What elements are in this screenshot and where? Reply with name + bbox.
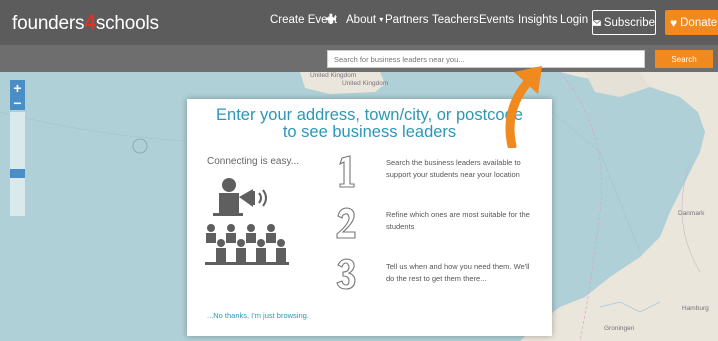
map-label: United Kingdom <box>342 80 389 87</box>
donate-button[interactable]: ♥ Donate <box>665 10 718 35</box>
zoom-in-button[interactable]: + <box>10 80 25 95</box>
presenter-audience-icon <box>205 178 289 265</box>
step-2-text: Refine which ones are most suitable for … <box>386 210 530 231</box>
plus-icon[interactable]: ✚ <box>325 11 337 28</box>
step-2-number-icon <box>336 207 356 239</box>
step-3-number-icon <box>336 258 356 290</box>
step-3-text: Tell us when and how you need them. We'l… <box>386 262 530 283</box>
zoom-slider-track[interactable] <box>10 112 25 216</box>
nav-login[interactable]: Login <box>560 14 588 26</box>
nav-events[interactable]: Events <box>479 14 514 26</box>
step-1-text: Search the business leaders available to… <box>386 158 521 179</box>
zoom-slider-handle[interactable] <box>10 169 25 178</box>
zoom-out-button[interactable]: − <box>10 95 25 110</box>
envelope-icon <box>593 19 601 26</box>
search-input[interactable] <box>327 50 645 68</box>
nav-partners[interactable]: Partners <box>385 14 428 26</box>
site-logo[interactable]: founders4schools <box>12 11 159 35</box>
heart-icon: ♥ <box>670 15 678 30</box>
chevron-down-icon: ▾ <box>379 15 384 24</box>
map-label: Groningen <box>604 325 635 332</box>
subscribe-button[interactable]: Subscribe <box>592 10 656 35</box>
arrow-pointer-icon <box>505 66 542 148</box>
search-button[interactable]: Search <box>655 50 713 68</box>
map-label: Danmark <box>678 210 705 217</box>
map-label: Hamburg <box>682 305 709 312</box>
just-browsing-link[interactable]: ...No thanks, I'm just browsing. <box>207 311 309 320</box>
top-navbar: founders4schools Create Event ✚ About ▾ … <box>0 0 718 45</box>
nav-about[interactable]: About ▾ <box>346 14 383 26</box>
nav-teachers[interactable]: Teachers <box>432 14 479 26</box>
map-label: United Kingdom <box>310 72 357 79</box>
connecting-text: Connecting is easy... <box>207 156 300 167</box>
step-1-number-icon: 1 <box>339 155 355 188</box>
nav-insights[interactable]: Insights <box>518 14 558 26</box>
